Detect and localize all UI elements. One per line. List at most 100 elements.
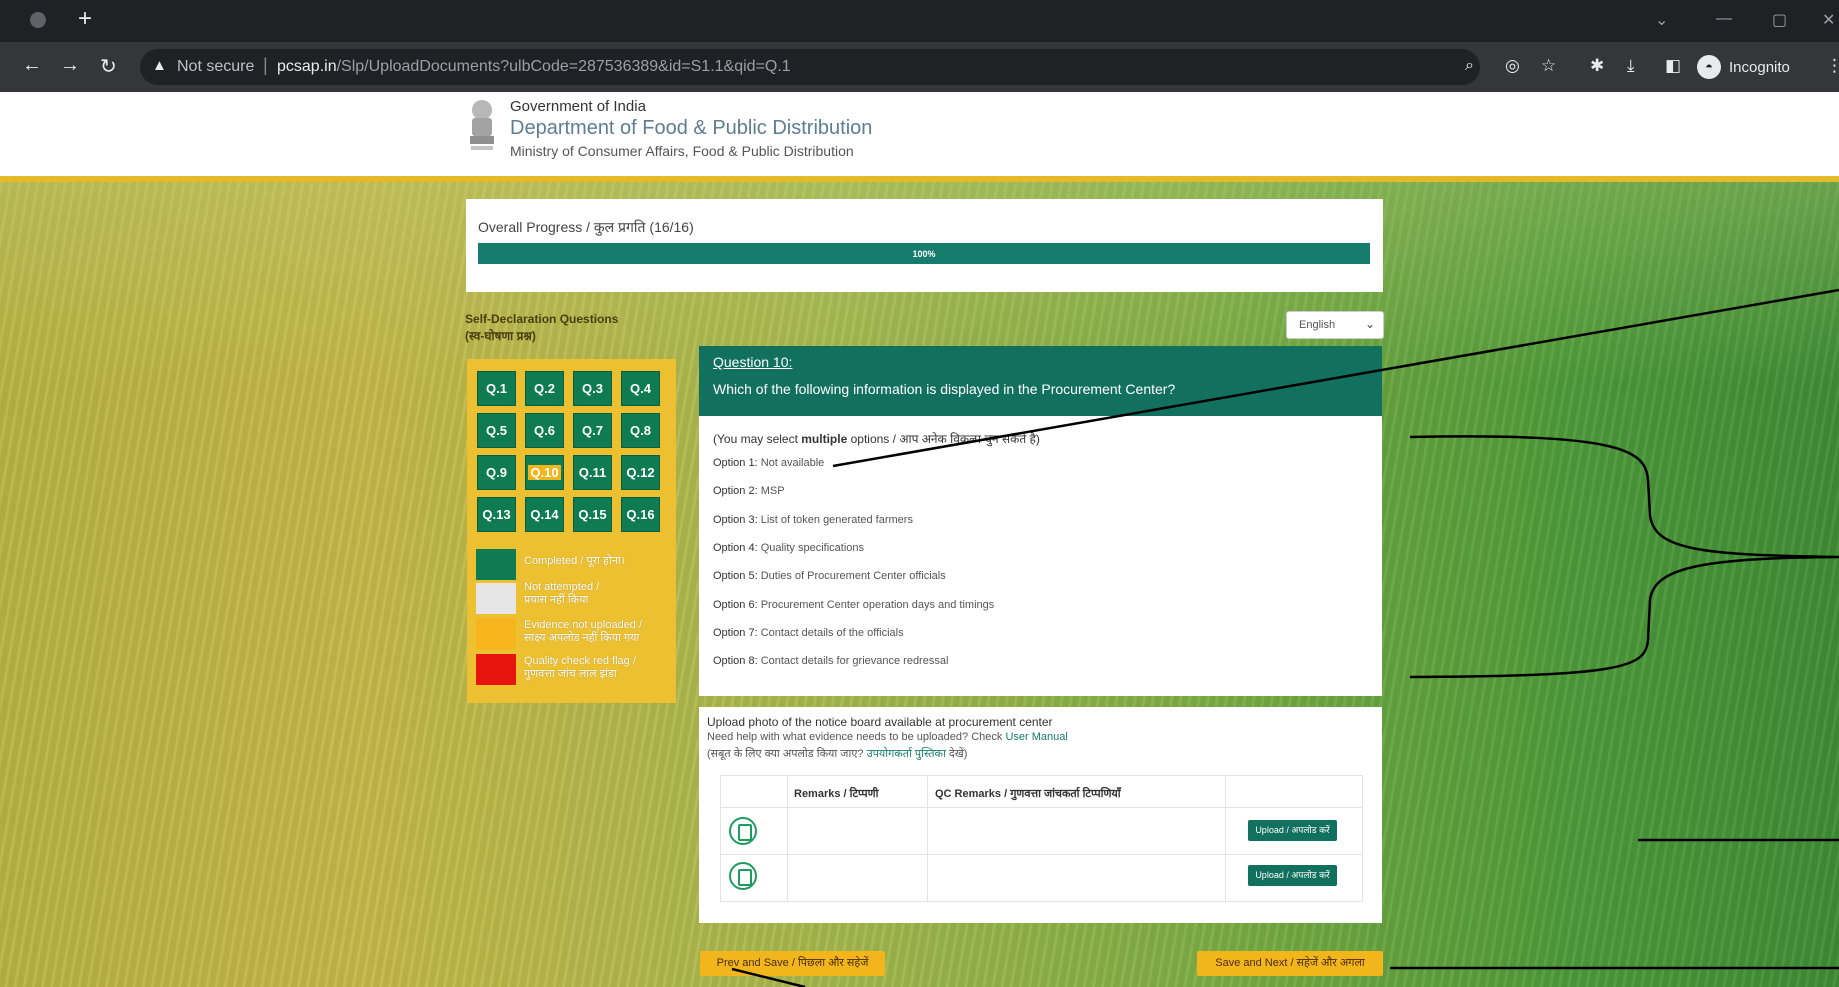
upload-help: Need help with what evidence needs to be… [707, 731, 1068, 743]
question-button-q3[interactable]: Q.3 [573, 371, 612, 406]
progress-bar: 100% [478, 243, 1370, 264]
question-navigator: Q.1 Q.2 Q.3 Q.4 Q.5 Q.6 Q.7 Q.8 Q.9 Q.10 Q.11 Q.12 Q… [467, 359, 676, 703]
user-manual-link[interactable]: User Manual [1005, 731, 1067, 743]
progress-bar-fill: 100% [478, 243, 1370, 264]
col-remarks: Remarks / टिप्पणी [794, 788, 879, 800]
question-button-q4[interactable]: Q.4 [621, 371, 660, 406]
extensions-icon[interactable]: ✱ [1590, 56, 1604, 76]
question-button-q11[interactable]: Q.11 [573, 455, 612, 490]
user-manual-link-hindi[interactable]: उपयोगकर्ता पुस्तिका [867, 748, 946, 760]
table-divider [787, 776, 788, 901]
question-button-q12[interactable]: Q.12 [621, 455, 660, 490]
dept-title: Department of Food & Public Distribution [510, 117, 873, 139]
save-and-next-button[interactable]: Save and Next / सहेजें और अगला [1197, 951, 1383, 976]
legend-red-flag-text: Quality check red flag / गुणवत्ता जांच ला… [524, 655, 636, 680]
question-button-q16[interactable]: Q.16 [621, 497, 660, 532]
table-divider [721, 854, 1362, 855]
upload-card: Upload photo of the notice board availab… [699, 707, 1382, 923]
question-button-q9[interactable]: Q.9 [477, 455, 516, 490]
chevron-down-icon: ⌄ [1364, 317, 1375, 331]
multi-select-note: (You may select multiple options / आप अन… [713, 432, 1040, 446]
browser-tab-bar: + ⌄ — ▢ ✕ [0, 0, 1839, 42]
heading-hi: (स्व-घोषणा प्रश्न) [465, 329, 536, 343]
table-divider [927, 776, 928, 901]
incognito-badge[interactable]: ◓ Incognito [1697, 52, 1790, 82]
legend-evidence-swatch [476, 618, 516, 649]
question-button-q13[interactable]: Q.13 [477, 497, 516, 532]
incognito-icon: ◓ [1697, 55, 1721, 79]
browser-menu-icon[interactable]: ⋮ [1826, 56, 1839, 76]
question-button-q5[interactable]: Q.5 [477, 413, 516, 448]
progress-title: Overall Progress / कुल प्रगति (16/16) [478, 219, 694, 235]
legend-completed-swatch [476, 549, 516, 580]
national-emblem-icon [470, 100, 494, 150]
url-separator: | [263, 55, 268, 75]
language-value: English [1299, 319, 1336, 331]
upload-table: Remarks / टिप्पणी QC Remarks / गुणवत्ता … [720, 775, 1363, 902]
url-text[interactable]: pcsap.in/Slp/UploadDocuments?ulbCode=287… [277, 58, 791, 76]
option-1[interactable]: Option 1: Not available [713, 457, 824, 469]
bookmark-star-icon[interactable]: ☆ [1541, 56, 1556, 76]
not-secure-label: Not secure [177, 58, 255, 75]
address-bar[interactable]: ▲ Not secure | pcsap.in/Slp/UploadDocume… [140, 49, 1480, 85]
browser-toolbar: ← → ↻ ▲ Not secure | pcsap.in/Slp/Upload… [0, 42, 1839, 92]
document-icon[interactable] [729, 862, 757, 890]
url-path: /Slp/UploadDocuments?ulbCode=287536389&i… [336, 58, 791, 75]
option-8[interactable]: Option 8: Contact details for grievance … [713, 655, 948, 667]
document-icon[interactable] [729, 817, 757, 845]
forward-icon[interactable]: → [60, 54, 80, 77]
question-header: Question 10: Which of the following info… [699, 346, 1382, 416]
minimize-icon[interactable]: — [1716, 10, 1732, 28]
question-button-q8[interactable]: Q.8 [621, 413, 660, 448]
option-2[interactable]: Option 2: MSP [713, 485, 785, 497]
reload-icon[interactable]: ↻ [100, 54, 117, 79]
legend-completed-text: Completed / पूरा होना। [524, 555, 625, 567]
legend-not-attempted-swatch [476, 583, 516, 614]
zoom-icon[interactable]: ⌕ [1465, 57, 1474, 75]
question-button-q7[interactable]: Q.7 [573, 413, 612, 448]
question-text: Which of the following information is di… [713, 381, 1176, 397]
option-5[interactable]: Option 5: Duties of Procurement Center o… [713, 570, 946, 582]
gov-title: Government of India [510, 98, 646, 115]
table-divider [721, 807, 1362, 808]
question-button-q1[interactable]: Q.1 [477, 371, 516, 406]
incognito-label: Incognito [1729, 58, 1790, 76]
option-6[interactable]: Option 6: Procurement Center operation d… [713, 599, 994, 611]
language-select[interactable]: English ⌄ [1286, 311, 1384, 339]
question-button-q6[interactable]: Q.6 [525, 413, 564, 448]
self-declaration-heading: Self-Declaration Questions (स्व-घोषणा प्… [465, 311, 618, 345]
download-icon[interactable]: ⤓ [1627, 56, 1635, 76]
tab-favicon-icon[interactable] [30, 12, 46, 28]
table-divider [1225, 776, 1226, 901]
side-panel-icon[interactable]: ◧ [1665, 56, 1681, 76]
warning-icon: ▲ [152, 57, 167, 74]
col-qc-remarks: QC Remarks / गुणवत्ता जांचकर्ता टिप्पणिय… [935, 788, 1121, 800]
upload-button[interactable]: Upload / अपलोड करें [1248, 865, 1337, 886]
legend-red-flag-swatch [476, 654, 516, 685]
tracking-protection-icon[interactable]: ◎ [1505, 56, 1520, 76]
upload-help-hindi: (सबूत के लिए क्या अपलोड किया जाए? उपयोगक… [707, 748, 968, 760]
tab-search-icon[interactable]: ⌄ [1655, 10, 1668, 30]
question-button-q14[interactable]: Q.14 [525, 497, 564, 532]
legend-evidence-text: Evidence not uploaded / साक्ष्य अपलोड नही… [524, 619, 643, 644]
new-tab-icon[interactable]: + [78, 7, 92, 31]
option-3[interactable]: Option 3: List of token generated farmer… [713, 514, 913, 526]
question-button-q15[interactable]: Q.15 [573, 497, 612, 532]
close-window-icon[interactable]: ✕ [1822, 10, 1835, 30]
progress-card: Overall Progress / कुल प्रगति (16/16) 10… [466, 199, 1383, 292]
restore-icon[interactable]: ▢ [1772, 10, 1787, 30]
back-icon[interactable]: ← [22, 54, 42, 77]
question-button-q2[interactable]: Q.2 [525, 371, 564, 406]
prev-and-save-button[interactable]: Prev and Save / पिछला और सहेजें [700, 951, 885, 976]
site-header: Government of India Department of Food &… [0, 92, 1839, 176]
option-7[interactable]: Option 7: Contact details of the officia… [713, 627, 904, 639]
question-number: Question 10: [713, 354, 793, 370]
question-card: Question 10: Which of the following info… [699, 346, 1382, 696]
question-button-q10[interactable]: Q.10 [525, 455, 564, 490]
upload-title: Upload photo of the notice board availab… [707, 715, 1053, 729]
option-4[interactable]: Option 4: Quality specifications [713, 542, 864, 554]
heading-en: Self-Declaration Questions [465, 312, 619, 326]
legend-not-attempted-text: Not attempted / प्रयास नहीं किया [524, 581, 600, 606]
ministry-title: Ministry of Consumer Affairs, Food & Pub… [510, 143, 854, 159]
upload-button[interactable]: Upload / अपलोड करें [1248, 820, 1337, 841]
